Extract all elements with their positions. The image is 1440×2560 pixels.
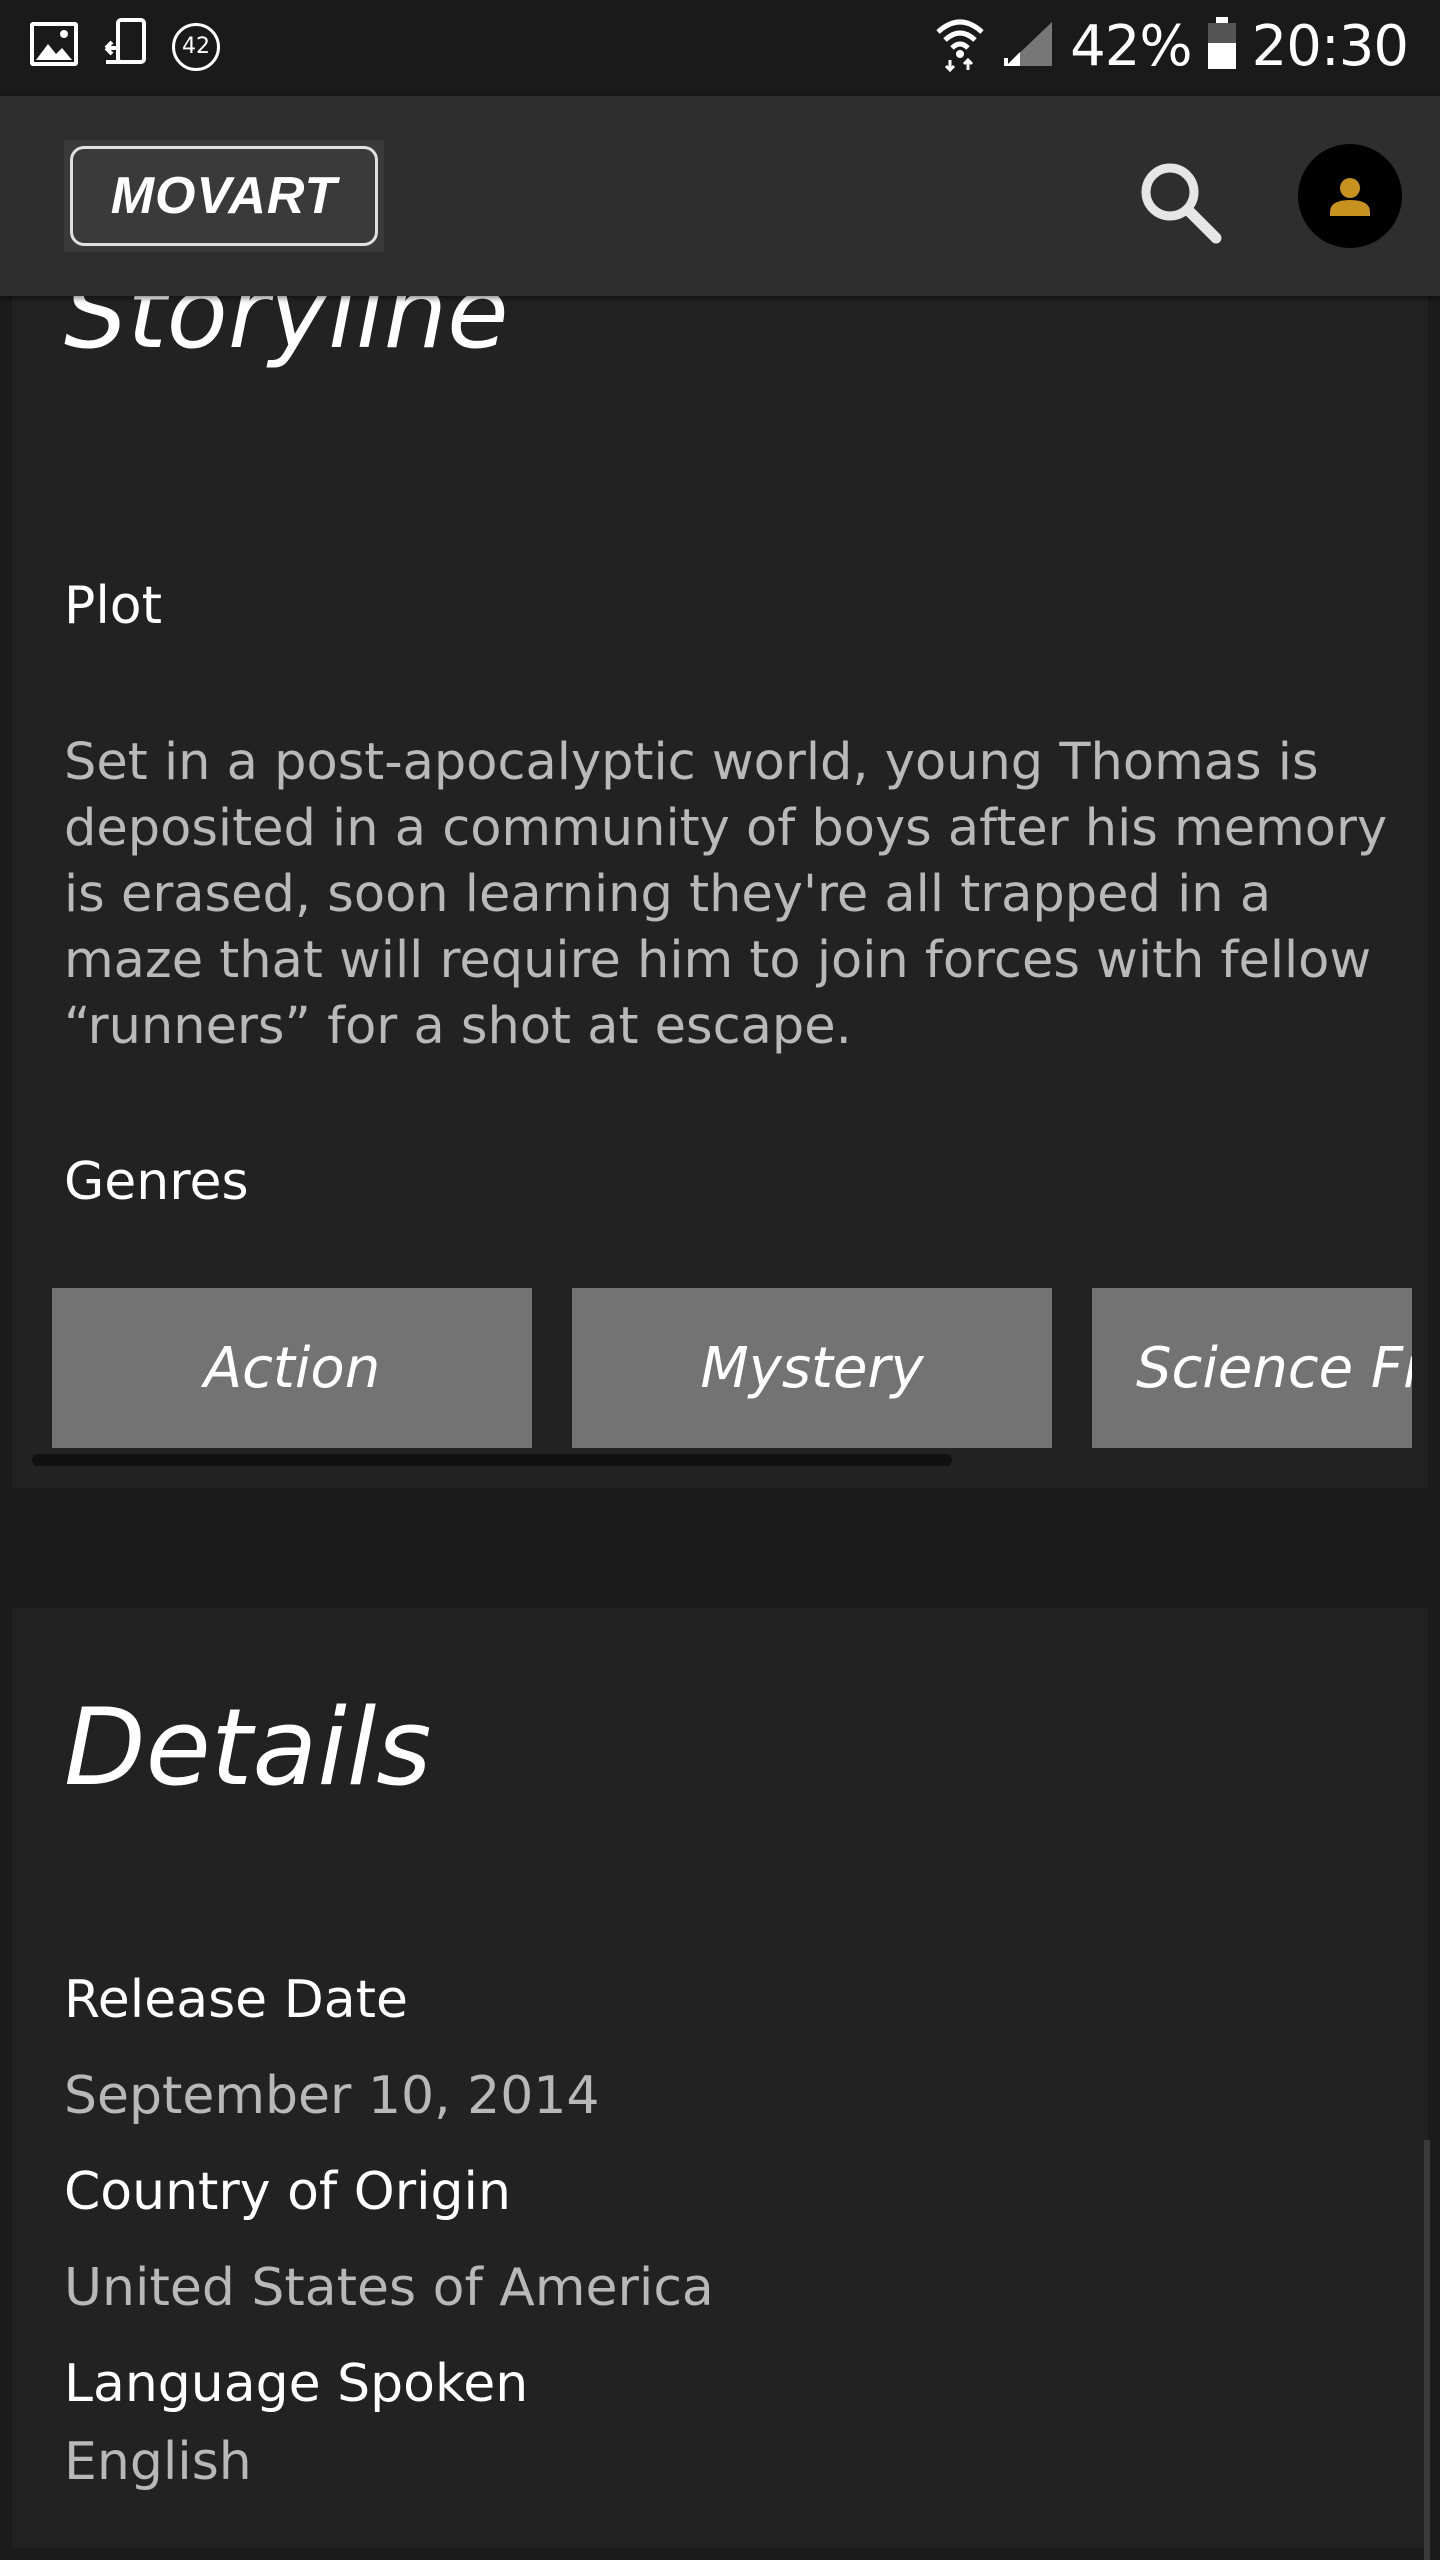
- release-date-label: Release Date: [64, 1970, 408, 2030]
- language-value: English: [64, 2432, 252, 2492]
- genres-label: Genres: [64, 1152, 249, 1212]
- status-bar: 42 42% 20:30: [0, 0, 1440, 96]
- genre-chip-science-fiction[interactable]: Science Fic: [1092, 1288, 1412, 1448]
- country-value: United States of America: [64, 2258, 714, 2318]
- notification-count-badge: 42: [172, 22, 220, 71]
- search-icon: [1130, 163, 1230, 256]
- status-bar-right: 42% 20:30: [934, 14, 1409, 79]
- plot-text: Set in a post-apocalyptic world, young T…: [64, 733, 1388, 1056]
- genre-chip-mystery[interactable]: Mystery: [572, 1288, 1052, 1448]
- genres-scrollbar[interactable]: [32, 1454, 952, 1466]
- plot-label: Plot: [64, 576, 163, 636]
- storyline-card: Storyline Plot Set in a post-apocalyptic…: [12, 254, 1428, 1488]
- search-button[interactable]: [1130, 152, 1230, 252]
- clock: 20:30: [1251, 14, 1409, 79]
- cell-signal-icon: [1000, 18, 1056, 75]
- image-icon: [28, 20, 80, 73]
- language-label: Language Spoken: [64, 2354, 529, 2414]
- details-card: Details Release Date September 10, 2014 …: [12, 1608, 1428, 2548]
- release-date-value: September 10, 2014: [64, 2066, 600, 2126]
- page-scrollbar[interactable]: [1424, 2140, 1430, 2560]
- genres-scroller[interactable]: Action Mystery Science Fic: [52, 1288, 1428, 1458]
- status-bar-left: 42: [28, 18, 220, 75]
- details-heading: Details: [64, 1686, 432, 1809]
- account-icon: [1298, 178, 1402, 252]
- battery-percent: 42%: [1070, 14, 1192, 79]
- phone-sync-icon: [102, 18, 150, 75]
- account-button[interactable]: [1298, 144, 1402, 248]
- logo-button[interactable]: MOVART: [64, 140, 384, 252]
- country-label: Country of Origin: [64, 2162, 511, 2222]
- wifi-icon: [934, 16, 986, 77]
- battery-icon: [1206, 17, 1238, 76]
- app-logo: MOVART: [70, 146, 378, 246]
- genre-chip-action[interactable]: Action: [52, 1288, 532, 1448]
- app-bar: MOVART: [0, 96, 1440, 296]
